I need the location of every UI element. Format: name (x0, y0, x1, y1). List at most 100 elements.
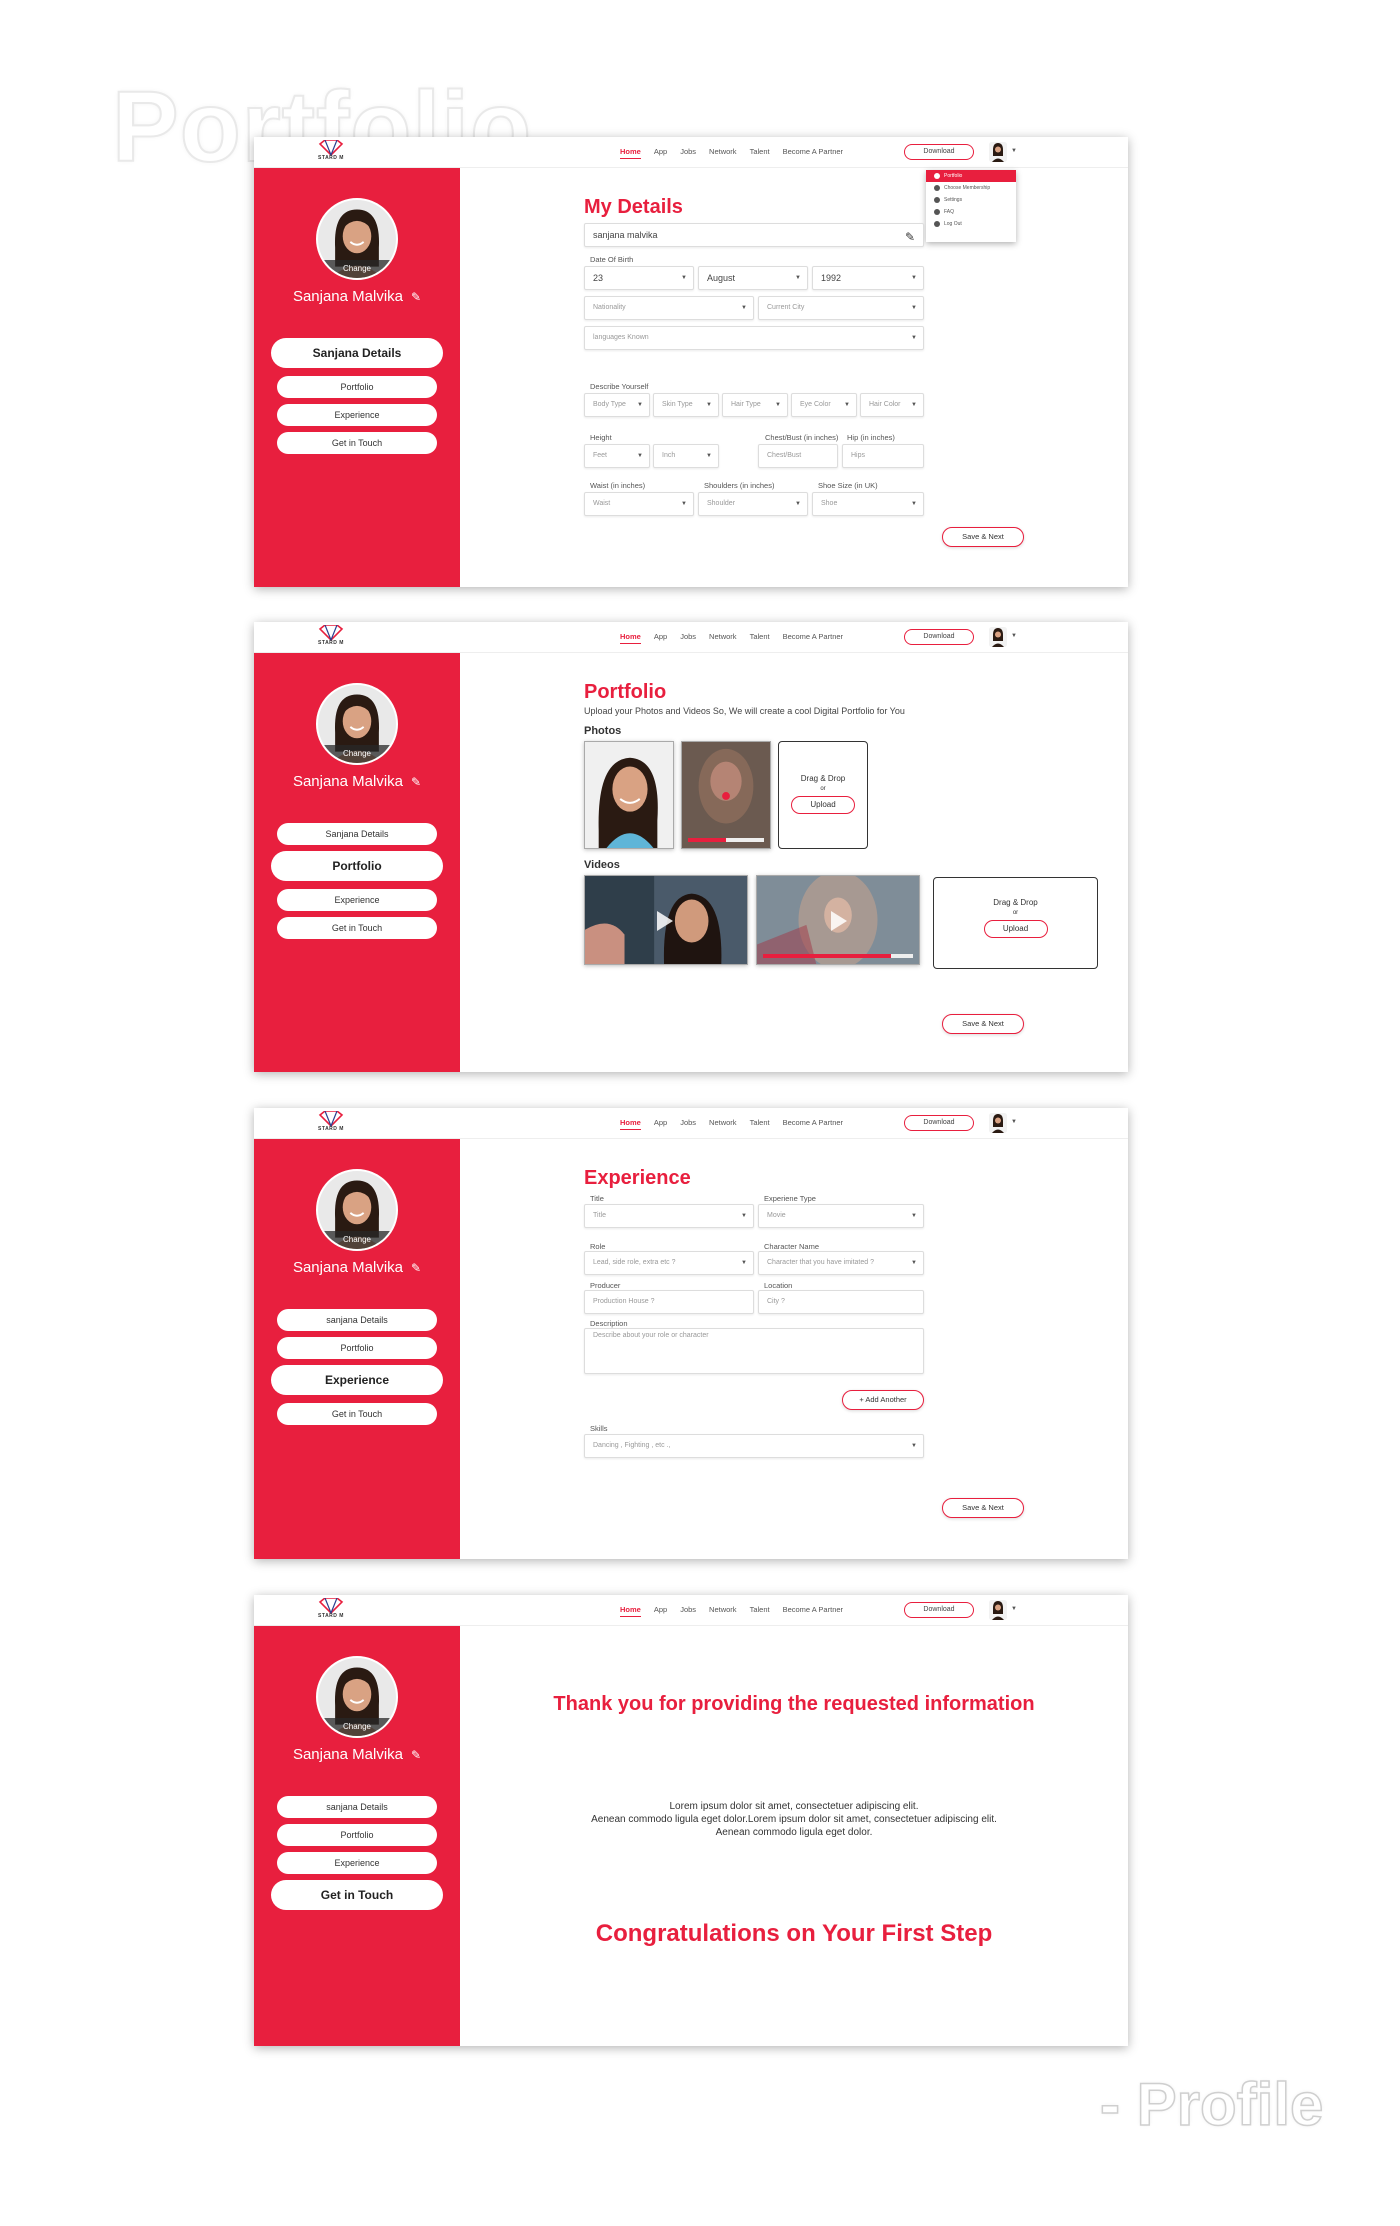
download-button[interactable]: Download (904, 1115, 974, 1131)
edit-pencil-icon[interactable]: ✎ (411, 1261, 421, 1275)
caret-down-icon[interactable]: ▼ (1011, 148, 1017, 154)
nav-app[interactable]: App (654, 1605, 667, 1617)
sidebar-item-details[interactable]: sanjana Details (277, 1796, 437, 1818)
change-photo-button[interactable]: Change (318, 745, 396, 763)
photo-thumbnail[interactable] (584, 741, 674, 849)
hair-color-select[interactable]: Hair Color ▼ (860, 393, 924, 417)
nav-jobs[interactable]: Jobs (680, 1605, 696, 1617)
edit-pencil-icon[interactable]: ✎ (411, 775, 421, 789)
sidebar-item-portfolio[interactable]: Portfolio (271, 851, 443, 881)
nav-network[interactable]: Network (709, 1118, 737, 1130)
download-button[interactable]: Download (904, 1602, 974, 1618)
brand-logo[interactable]: STARD M (316, 1598, 346, 1619)
hair-type-select[interactable]: Hair Type ▼ (722, 393, 788, 417)
nav-network[interactable]: Network (709, 147, 737, 159)
sidebar-item-experience[interactable]: Experience (277, 1852, 437, 1874)
caret-down-icon[interactable]: ▼ (1011, 1119, 1017, 1125)
sidebar-item-portfolio[interactable]: Portfolio (277, 1337, 437, 1359)
nav-jobs[interactable]: Jobs (680, 632, 696, 644)
save-next-button[interactable]: Save & Next (942, 1014, 1024, 1034)
nav-jobs[interactable]: Jobs (680, 147, 696, 159)
description-textarea[interactable]: Describe about your role or character (584, 1328, 924, 1374)
character-select[interactable]: Character that you have imitated ? ▼ (758, 1251, 924, 1275)
caret-down-icon[interactable]: ▼ (1011, 1606, 1017, 1612)
brand-logo[interactable]: STARD M (316, 625, 346, 646)
nav-network[interactable]: Network (709, 632, 737, 644)
body-type-select[interactable]: Body Type ▼ (584, 393, 650, 417)
shoe-select[interactable]: Shoe ▼ (812, 492, 924, 516)
sidebar-item-contact[interactable]: Get in Touch (271, 1880, 443, 1910)
eye-color-select[interactable]: Eye Color ▼ (791, 393, 857, 417)
edit-pencil-icon[interactable]: ✎ (411, 290, 421, 304)
user-avatar[interactable] (989, 1113, 1007, 1133)
nav-partner[interactable]: Become A Partner (783, 1605, 843, 1617)
nav-home[interactable]: Home (620, 1118, 641, 1130)
sidebar-item-experience[interactable]: Experience (277, 404, 437, 426)
height-inch-select[interactable]: Inch ▼ (653, 444, 719, 468)
change-photo-button[interactable]: Change (318, 1718, 396, 1736)
nav-partner[interactable]: Become A Partner (783, 632, 843, 644)
sidebar-item-contact[interactable]: Get in Touch (277, 917, 437, 939)
upload-video-button[interactable]: Upload (983, 920, 1048, 938)
nav-app[interactable]: App (654, 147, 667, 159)
nav-talent[interactable]: Talent (750, 147, 770, 159)
sidebar-item-details[interactable]: Sanjana Details (277, 823, 437, 845)
user-avatar[interactable] (989, 627, 1007, 647)
download-button[interactable]: Download (904, 629, 974, 645)
nav-app[interactable]: App (654, 1118, 667, 1130)
sidebar-item-contact[interactable]: Get in Touch (277, 432, 437, 454)
sidebar-item-portfolio[interactable]: Portfolio (277, 1824, 437, 1846)
height-feet-select[interactable]: Feet ▼ (584, 444, 650, 468)
user-avatar[interactable] (989, 1600, 1007, 1620)
brand-logo[interactable]: STARD M (316, 140, 346, 161)
nav-talent[interactable]: Talent (750, 1118, 770, 1130)
change-photo-button[interactable]: Change (318, 260, 396, 278)
producer-input[interactable]: Production House ? (584, 1290, 754, 1314)
sidebar-item-experience[interactable]: Experience (277, 889, 437, 911)
play-icon[interactable] (831, 911, 847, 931)
nav-partner[interactable]: Become A Partner (783, 147, 843, 159)
languages-select[interactable]: languages Known ▼ (584, 326, 924, 350)
nav-home[interactable]: Home (620, 147, 641, 159)
dob-day-select[interactable]: 23 ▼ (584, 266, 694, 290)
nationality-select[interactable]: Nationality ▼ (584, 296, 754, 320)
nav-talent[interactable]: Talent (750, 632, 770, 644)
exp-title-select[interactable]: Title ▼ (584, 1204, 754, 1228)
sidebar-item-details[interactable]: Sanjana Details (271, 338, 443, 368)
waist-select[interactable]: Waist ▼ (584, 492, 694, 516)
skills-select[interactable]: Dancing , Fighting , etc ., ▼ (584, 1434, 924, 1458)
change-photo-button[interactable]: Change (318, 1231, 396, 1249)
nav-home[interactable]: Home (620, 632, 641, 644)
user-avatar[interactable] (989, 142, 1007, 162)
edit-pencil-icon[interactable]: ✎ (411, 1748, 421, 1762)
sidebar-item-experience[interactable]: Experience (271, 1365, 443, 1395)
save-next-button[interactable]: Save & Next (942, 1498, 1024, 1518)
hip-input[interactable]: Hips (842, 444, 924, 468)
play-icon[interactable] (657, 911, 673, 931)
video-thumbnail[interactable] (584, 875, 748, 965)
sidebar-item-details[interactable]: sanjana Details (277, 1309, 437, 1331)
profile-avatar[interactable]: Change (316, 1656, 398, 1738)
nav-jobs[interactable]: Jobs (680, 1118, 696, 1130)
chest-input[interactable]: Chest/Bust (758, 444, 838, 468)
save-next-button[interactable]: Save & Next (942, 527, 1024, 547)
caret-down-icon[interactable]: ▼ (1011, 633, 1017, 639)
photo-uploading-thumbnail[interactable] (681, 741, 771, 849)
nav-app[interactable]: App (654, 632, 667, 644)
video-uploading-thumbnail[interactable] (756, 875, 920, 965)
location-input[interactable]: City ? (758, 1290, 924, 1314)
profile-avatar[interactable]: Change (316, 198, 398, 280)
dob-year-select[interactable]: 1992 ▼ (812, 266, 924, 290)
exp-type-select[interactable]: Movie ▼ (758, 1204, 924, 1228)
name-input[interactable]: sanjana malvika ✎ (584, 223, 924, 247)
nav-partner[interactable]: Become A Partner (783, 1118, 843, 1130)
city-select[interactable]: Current City ▼ (758, 296, 924, 320)
video-drop-zone[interactable]: Drag & Drop or Upload (933, 877, 1098, 969)
upload-photo-button[interactable]: Upload (791, 796, 855, 814)
shoulder-select[interactable]: Shoulder ▼ (698, 492, 808, 516)
dob-month-select[interactable]: August ▼ (698, 266, 808, 290)
nav-talent[interactable]: Talent (750, 1605, 770, 1617)
download-button[interactable]: Download (904, 144, 974, 160)
edit-pencil-icon[interactable]: ✎ (905, 226, 915, 248)
sidebar-item-portfolio[interactable]: Portfolio (277, 376, 437, 398)
